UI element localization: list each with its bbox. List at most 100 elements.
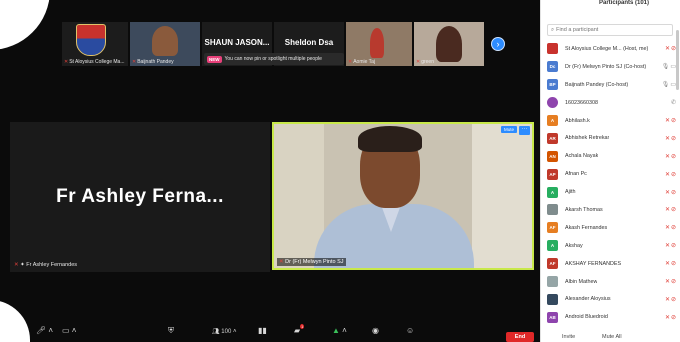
participants-button[interactable]: 👥︎ 100 ˄ (212, 328, 236, 335)
mic-icon: 🎤︎ (36, 326, 47, 335)
panel-scrollbar[interactable] (676, 30, 679, 90)
video-camera-icon: ▭ (62, 326, 70, 335)
mic-video-muted-icons: ✕⊘ (664, 171, 677, 178)
participant-name: St Aloysius College M... (Host, me) (565, 45, 649, 52)
participant-row[interactable]: A Ajith ✕⊘ (547, 183, 677, 201)
tile-name: Sheldon Dsa (284, 38, 334, 47)
participant-name: Alexander Aloysius (565, 296, 611, 303)
mute-participant-button[interactable]: Mute (500, 126, 517, 133)
avatar: BP (547, 79, 558, 91)
chat-badge: 1 (300, 324, 305, 329)
bar-chart-icon: ▮▮ (258, 326, 267, 335)
mic-video-muted-icons: ✕⊘ (664, 189, 677, 196)
video-tile[interactable]: ✕green (414, 22, 484, 66)
participants-count: 100 (221, 329, 232, 335)
participant-row[interactable]: AP Afnan Pc ✕⊘ (547, 165, 677, 183)
participant-row[interactable]: BP Baijnath Pandey (Co-host) 🎙︎▭ (547, 76, 677, 94)
chevron-right-icon: › (496, 39, 500, 49)
participant-video (152, 26, 178, 56)
participant-name: Akash Fernandes (565, 224, 608, 231)
more-options-button[interactable]: ··· (519, 126, 530, 135)
participant-row[interactable]: St Aloysius College M... (Host, me) ✕⊘ (547, 40, 677, 58)
participant-list: St Aloysius College M... (Host, me) ✕⊘ Dc D… (547, 40, 677, 326)
avatar: Dc (547, 61, 558, 73)
mic-video-muted-icons: ✕⊘ (664, 279, 677, 286)
speaker-tile-left[interactable]: Fr Ashley Ferna... ✕ ✦ Fr Ashley Fernand… (10, 122, 270, 272)
participant-row[interactable]: 16023660308 ✆ (547, 94, 677, 112)
start-video-button[interactable]: ▭ ˄ (62, 326, 76, 335)
emoji-icon: ☺ (406, 326, 415, 335)
pin-icon: ✦ (20, 262, 25, 268)
avatar: A (547, 115, 558, 126)
participant-name: Baijnath Pandey (Co-host) (565, 81, 629, 88)
mic-muted-icon: ✕ (416, 59, 421, 65)
unmute-button[interactable]: 🎤︎ ˄ (36, 326, 53, 335)
record-icon: ◉ (372, 326, 379, 335)
avatar: AN (547, 150, 558, 162)
phone-icon: ✆ (670, 100, 677, 107)
tile-name: Aomie Taj (353, 59, 376, 65)
tile-name: St Aloysius College Ma... (69, 59, 125, 65)
participant-row[interactable]: A Abhilash.k ✕⊘ (547, 112, 677, 130)
participant-name: Android Bluedroid (565, 314, 608, 321)
participant-name: Achala Nayak (565, 153, 599, 160)
participant-row[interactable]: AR Abhishek Retrekar ✕⊘ (547, 129, 677, 147)
tile-name: green (421, 59, 434, 65)
record-button[interactable]: ◉ (372, 326, 379, 335)
reactions-button[interactable]: ☺ (406, 326, 414, 335)
speaker-tile-active[interactable]: Mute ··· ✕ Dr (Fr) Melwyn Pinto SJ (272, 122, 534, 270)
participant-row[interactable]: A Akshay ✕⊘ (547, 237, 677, 255)
participant-search[interactable]: ⌕ (547, 24, 673, 36)
next-page-button[interactable]: › (491, 37, 505, 51)
polls-button[interactable]: ▮▮ (258, 326, 267, 335)
participant-row[interactable]: AF AKSHAY FERNANDES ✕⊘ (547, 255, 677, 273)
mic-video-muted-icons: ✕⊘ (664, 153, 677, 160)
invite-button[interactable]: Invite (562, 334, 575, 340)
avatar: AP (547, 168, 558, 180)
participant-name: Akshay (565, 242, 583, 249)
avatar: A (547, 186, 558, 198)
participant-video (436, 26, 462, 62)
end-meeting-button[interactable]: End (506, 332, 534, 342)
video-strip: ✕St Aloysius College Ma... ✕Baijnath Pan… (62, 22, 532, 66)
participant-row[interactable]: AF Akash Fernandes ✕⊘ (547, 219, 677, 237)
speaker-label: Fr Ashley Fernandes (26, 262, 78, 268)
participant-row[interactable]: Dc Dr (Fr) Melwyn Pinto SJ (Co-host) 🎙︎▭ (547, 58, 677, 76)
avatar (547, 97, 558, 109)
participant-video (370, 28, 384, 58)
participant-name: Abhishek Retrekar (565, 135, 610, 142)
mic-video-muted-icons: ✕⊘ (664, 296, 677, 303)
search-input[interactable] (556, 27, 667, 33)
mic-video-muted-icons: ✕⊘ (664, 225, 677, 232)
avatar: AR (547, 132, 558, 144)
mic-video-muted-icons: ✕⊘ (664, 243, 677, 250)
share-screen-icon: ▲ (332, 326, 340, 335)
security-button[interactable]: ⛨ (168, 326, 174, 336)
new-badge: NEW (207, 55, 222, 63)
college-crest-logo (76, 24, 106, 56)
participant-row[interactable]: AB Android Bluedroid ✕⊘ (547, 308, 677, 326)
participant-name: Akarsh Thomas (565, 206, 603, 213)
participant-row[interactable]: Albin Mathew ✕⊘ (547, 273, 677, 291)
video-tile[interactable]: ✕Aomie Taj (346, 22, 412, 66)
participant-row[interactable]: Alexander Aloysius ✕⊘ (547, 290, 677, 308)
participant-name: Afnan Pc (565, 171, 587, 178)
speaker-label: Dr (Fr) Melwyn Pinto SJ (285, 259, 344, 265)
participants-panel: Participants (101) ⌕ St Aloysius College… (540, 0, 680, 342)
participant-name: AKSHAY FERNANDES (565, 260, 622, 267)
avatar: A (547, 240, 558, 252)
participant-row[interactable]: Akarsh Thomas ✕⊘ (547, 201, 677, 219)
shield-icon: ⛨ (168, 326, 174, 335)
participant-row[interactable]: AN Achala Nayak ✕⊘ (547, 147, 677, 165)
chat-button[interactable]: ▰1 (294, 324, 305, 335)
mic-muted-icon: ✕ (279, 259, 284, 265)
toast-text: You can now pin or spotlight multiple pe… (224, 56, 322, 62)
avatar (547, 276, 558, 288)
mute-all-button[interactable]: Mute All (602, 334, 622, 340)
mic-video-muted-icons: ✕⊘ (664, 207, 677, 214)
tile-name: SHAUN JASON... (204, 38, 270, 47)
video-tile[interactable]: ✕St Aloysius College Ma... (62, 22, 128, 66)
video-tile[interactable]: ✕Baijnath Pandey (130, 22, 200, 66)
mic-video-muted-icons: ✕⊘ (664, 261, 677, 268)
share-screen-button[interactable]: ▲ ˄ (332, 326, 347, 335)
